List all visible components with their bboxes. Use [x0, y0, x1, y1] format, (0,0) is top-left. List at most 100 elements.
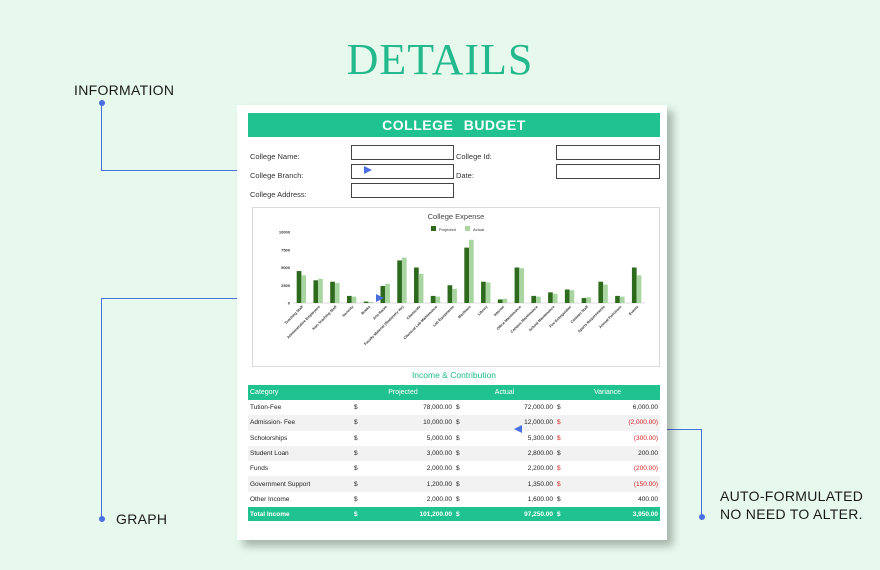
- college-name-field[interactable]: [351, 145, 454, 160]
- bar-actual: [519, 268, 524, 303]
- row-projected: 1,200.00: [362, 476, 455, 492]
- header-variance: Variance: [555, 385, 661, 400]
- bar-actual: [569, 290, 575, 303]
- table-row: Tution-Fee $78,000.00 $72,000.00 $6,000.00: [248, 400, 660, 415]
- header-category: Category: [248, 385, 352, 400]
- college-address-field[interactable]: [351, 183, 454, 198]
- college-name-label: College Name:: [250, 152, 300, 161]
- bar-projected: [564, 289, 570, 303]
- callout-graph-dot: [99, 516, 105, 522]
- table-row: Student Loan $3,000.00 $2,800.00 $200.00: [248, 445, 661, 462]
- row-category: Tution-Fee: [250, 404, 282, 412]
- callout-auto-dot: [699, 514, 705, 520]
- row-variance: (2,000.00): [565, 415, 661, 431]
- bar-actual: [603, 284, 608, 303]
- total-currency: $: [352, 507, 362, 522]
- bar-actual: [368, 301, 374, 303]
- college-branch-field[interactable]: [351, 164, 454, 179]
- row-currency: $: [557, 404, 561, 412]
- total-projected: 101,200.00: [362, 507, 455, 522]
- x-tick-label: Chemicals: [406, 305, 422, 321]
- row-currency: $: [456, 495, 460, 503]
- row-currency: $: [354, 465, 358, 473]
- bar-actual: [586, 297, 592, 303]
- bar-actual: [435, 296, 441, 303]
- bar-actual: [401, 257, 407, 303]
- row-actual: 5,300.00: [527, 434, 554, 442]
- total-actual: 97,250.00: [464, 507, 556, 522]
- x-tick-label: Chemical Lab Maintenance: [403, 305, 438, 340]
- row-projected: 2,000.00: [426, 495, 453, 503]
- bar-actual: [552, 293, 558, 303]
- x-tick-label: Arts Room: [372, 305, 388, 321]
- row-category: Other Income: [250, 495, 290, 503]
- y-tick-label: 2500: [281, 283, 291, 288]
- row-actual: 12,000.00: [464, 415, 556, 431]
- bar-actual: [351, 296, 357, 303]
- bar-actual: [619, 296, 625, 303]
- total-variance: 3,950.00: [565, 507, 661, 522]
- table-row: Government Support $1,200.00 $1,350.00 $ (15…: [248, 476, 661, 492]
- row-currency: $: [454, 415, 465, 431]
- bar-projected: [615, 295, 620, 303]
- income-header-row: Category Projected Actual Variance: [248, 385, 661, 400]
- callout-auto-line2: NO NEED TO ALTER.: [720, 506, 863, 522]
- row-currency: $: [352, 415, 362, 431]
- legend-actual-swatch: [465, 226, 470, 231]
- row-currency: $: [456, 465, 460, 473]
- callout-graph-line-v: [101, 298, 102, 518]
- row-actual: 1,600.00: [527, 495, 554, 503]
- page-title: DETAILS: [346, 35, 534, 84]
- bar-projected: [531, 295, 537, 303]
- row-currency: $: [354, 495, 358, 503]
- callout-information-dot: [99, 100, 105, 106]
- date-field[interactable]: [556, 164, 660, 179]
- bar-projected: [514, 267, 520, 303]
- row-currency: $: [352, 476, 362, 492]
- callout-auto-line1: AUTO-FORMULATED: [720, 488, 864, 504]
- college-address-label: College Address:: [250, 190, 307, 199]
- row-currency: $: [555, 415, 566, 431]
- bar-actual: [536, 296, 541, 303]
- table-row: Admission- Fee $10,000.00 $12,000.00 $ (2,00…: [248, 415, 661, 431]
- row-currency: $: [454, 476, 465, 492]
- bar-projected: [397, 260, 402, 303]
- x-tick-label: Security: [342, 305, 355, 318]
- row-actual: 2,200.00: [527, 465, 554, 473]
- row-variance: (300.00): [633, 434, 659, 442]
- bar-actual: [334, 283, 340, 303]
- bar-actual: [318, 278, 323, 303]
- bar-actual: [452, 288, 457, 303]
- bar-projected: [464, 247, 469, 303]
- chart-title: College Expense: [428, 212, 485, 221]
- row-projected: 3,000.00: [362, 445, 455, 462]
- bar-projected: [447, 285, 453, 303]
- y-tick-label: 7500: [281, 247, 291, 252]
- college-id-field[interactable]: [556, 145, 660, 160]
- bar-projected: [548, 292, 553, 303]
- row-currency: $: [557, 465, 561, 473]
- table-row: Scholorships $5,000.00 $5,300.00 $ (300.00): [248, 431, 660, 446]
- row-category: Funds: [250, 465, 269, 473]
- callout-auto-line-v: [701, 429, 702, 517]
- row-variance: 200.00: [565, 445, 661, 462]
- row-variance: 6,000.00: [632, 404, 659, 412]
- row-variance: 400.00: [638, 495, 659, 503]
- callout-graph: GRAPH: [116, 511, 168, 527]
- table-row: Funds $2,000.00 $2,200.00 $ (200.00): [248, 461, 660, 476]
- bar-actual: [502, 298, 508, 303]
- row-projected: 5,000.00: [426, 434, 453, 442]
- bar-actual: [469, 239, 474, 303]
- bar-actual: [301, 275, 307, 303]
- callout-information-line-v: [101, 103, 102, 171]
- legend-projected-swatch: [431, 226, 436, 231]
- bar-projected: [581, 298, 587, 303]
- row-currency: $: [555, 445, 566, 462]
- row-currency: $: [352, 445, 362, 462]
- header-projected: Projected: [352, 385, 455, 400]
- bar-actual: [418, 273, 424, 303]
- row-actual: 72,000.00: [524, 404, 554, 412]
- sheet-banner: COLLEGE BUDGET: [248, 113, 660, 137]
- bar-projected: [631, 267, 637, 303]
- bar-projected: [363, 301, 369, 303]
